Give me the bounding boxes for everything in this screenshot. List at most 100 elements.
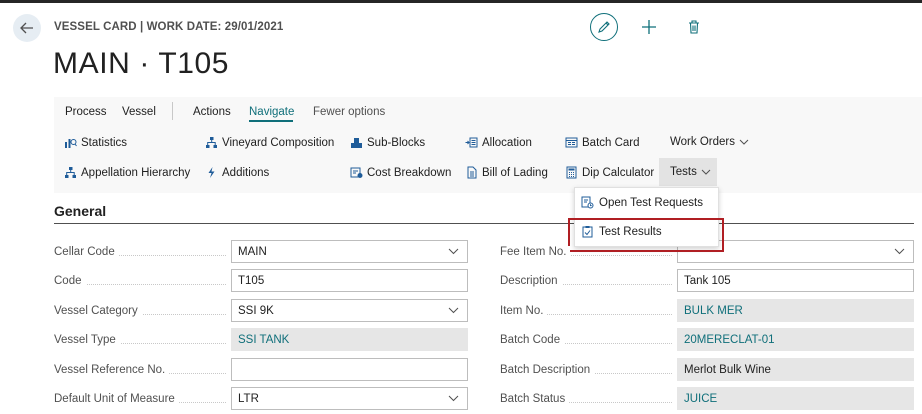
- description-input[interactable]: Tank 105: [677, 269, 914, 292]
- default-uom-label-text: Default Unit of Measure: [54, 393, 179, 405]
- calculator-icon: [566, 166, 577, 179]
- item-no-label-text: Item No.: [500, 305, 548, 317]
- cellar-code-label: Cellar Code: [54, 246, 226, 258]
- page-title: MAIN · T105: [53, 47, 230, 80]
- nav-dip-calculator-label: Dip Calculator: [582, 166, 655, 179]
- chevron-down-icon: [739, 139, 749, 145]
- batch-status-label-text: Batch Status: [500, 393, 570, 405]
- top-bar: [0, 0, 922, 3]
- back-button[interactable]: [13, 14, 41, 42]
- vessel-category-select[interactable]: SSI 9K: [231, 299, 468, 322]
- item-no-value: BULK MER: [684, 304, 743, 317]
- trash-icon: [689, 20, 699, 34]
- description-label-text: Description: [500, 275, 562, 287]
- hierarchy-icon: [206, 137, 217, 148]
- chevron-down-icon: [448, 248, 459, 255]
- chevron-down-icon: [894, 248, 905, 255]
- cellar-code-value: MAIN: [238, 245, 267, 258]
- allocation-icon: [465, 137, 478, 148]
- nav-bill-of-lading[interactable]: Bill of Lading: [465, 166, 548, 179]
- cellar-code-select[interactable]: MAIN: [231, 240, 468, 263]
- nav-allocation-label: Allocation: [482, 136, 532, 149]
- batch-code-label: Batch Code: [500, 334, 672, 346]
- menu-actions[interactable]: Actions: [193, 106, 231, 118]
- test-requests-icon: [581, 196, 594, 209]
- nav-appellation-hierarchy-label: Appellation Hierarchy: [81, 166, 191, 179]
- page-caption: VESSEL CARD | WORK DATE: 29/01/2021: [54, 21, 284, 33]
- nav-statistics-label: Statistics: [81, 136, 128, 149]
- new-button[interactable]: [638, 16, 660, 38]
- default-uom-select[interactable]: LTR: [231, 387, 468, 410]
- menu-item-open-test-requests[interactable]: Open Test Requests: [581, 196, 703, 209]
- nav-tests-label: Tests: [670, 166, 697, 178]
- nav-additions-label: Additions: [222, 166, 270, 179]
- lightning-icon: [208, 167, 215, 178]
- pencil-icon: [598, 21, 610, 33]
- vessel-reference-label-text: Vessel Reference No.: [54, 364, 170, 376]
- code-label: Code: [54, 275, 226, 287]
- default-uom-value: LTR: [238, 392, 259, 405]
- description-value: Tank 105: [684, 274, 731, 287]
- nav-work-orders-label: Work Orders: [670, 136, 735, 148]
- delete-button[interactable]: [684, 16, 704, 38]
- item-no-label: Item No.: [500, 305, 672, 317]
- code-label-text: Code: [54, 275, 86, 287]
- vessel-reference-label: Vessel Reference No.: [54, 364, 226, 376]
- cost-breakdown-icon: [350, 167, 363, 178]
- nav-cost-breakdown-label: Cost Breakdown: [367, 166, 452, 179]
- nav-batch-card[interactable]: Batch Card: [565, 136, 640, 149]
- menu-navigate[interactable]: Navigate: [249, 106, 294, 118]
- nav-vineyard-composition-label: Vineyard Composition: [222, 136, 335, 149]
- nav-sub-blocks[interactable]: Sub-Blocks: [350, 136, 425, 149]
- vessel-type-label-text: Vessel Type: [54, 334, 120, 346]
- batch-status-field[interactable]: JUICE: [677, 387, 914, 410]
- fee-item-label-text: Fee Item No.: [500, 246, 571, 258]
- vessel-type-field[interactable]: SSI TANK: [231, 328, 468, 351]
- open-test-requests-label: Open Test Requests: [599, 196, 703, 209]
- menu-navigate-underline: [249, 120, 293, 122]
- menu-separator: [172, 102, 173, 120]
- test-results-highlight: [568, 218, 724, 252]
- batch-code-field[interactable]: 20MERECLAT-01: [677, 328, 914, 351]
- code-value: T105: [238, 274, 265, 287]
- code-input[interactable]: T105: [231, 269, 468, 292]
- nav-batch-card-label: Batch Card: [582, 136, 640, 149]
- menu-vessel[interactable]: Vessel: [122, 106, 156, 118]
- statistics-icon: [65, 139, 77, 148]
- chevron-down-icon: [448, 395, 459, 402]
- chevron-down-icon: [448, 307, 459, 314]
- nav-vineyard-composition[interactable]: Vineyard Composition: [205, 136, 334, 149]
- vessel-type-label: Vessel Type: [54, 334, 226, 346]
- vessel-category-value: SSI 9K: [238, 304, 274, 317]
- sub-blocks-icon: [351, 138, 362, 148]
- nav-sub-blocks-label: Sub-Blocks: [367, 136, 426, 149]
- menu-fewer-options[interactable]: Fewer options: [313, 106, 385, 118]
- batch-code-label-text: Batch Code: [500, 334, 565, 346]
- section-divider: [54, 223, 914, 224]
- menu-process[interactable]: Process: [65, 106, 107, 118]
- batch-description-value: Merlot Bulk Wine: [684, 363, 771, 376]
- vessel-category-label-text: Vessel Category: [54, 305, 142, 317]
- document-icon: [467, 166, 477, 179]
- description-label: Description: [500, 275, 672, 287]
- arrow-left-icon: [20, 22, 33, 34]
- nav-allocation[interactable]: Allocation: [465, 136, 532, 149]
- nav-additions[interactable]: Additions: [205, 166, 269, 179]
- plus-icon: [642, 20, 656, 34]
- nav-cost-breakdown[interactable]: Cost Breakdown: [350, 166, 451, 179]
- vessel-reference-input[interactable]: [231, 358, 468, 381]
- item-no-field[interactable]: BULK MER: [677, 299, 914, 322]
- batch-description-label-text: Batch Description: [500, 364, 595, 376]
- batch-card-icon: [565, 137, 578, 148]
- default-uom-label: Default Unit of Measure: [54, 393, 226, 405]
- chevron-down-icon: [701, 169, 711, 175]
- edit-button[interactable]: [590, 13, 618, 41]
- nav-dip-calculator[interactable]: Dip Calculator: [565, 166, 654, 179]
- nav-work-orders[interactable]: Work Orders: [670, 136, 749, 148]
- batch-status-label: Batch Status: [500, 393, 672, 405]
- nav-appellation-hierarchy[interactable]: Appellation Hierarchy: [64, 166, 190, 179]
- vessel-category-label: Vessel Category: [54, 305, 226, 317]
- nav-statistics[interactable]: Statistics: [64, 136, 127, 149]
- batch-description-field: Merlot Bulk Wine: [677, 358, 914, 381]
- nav-tests[interactable]: Tests: [670, 166, 711, 178]
